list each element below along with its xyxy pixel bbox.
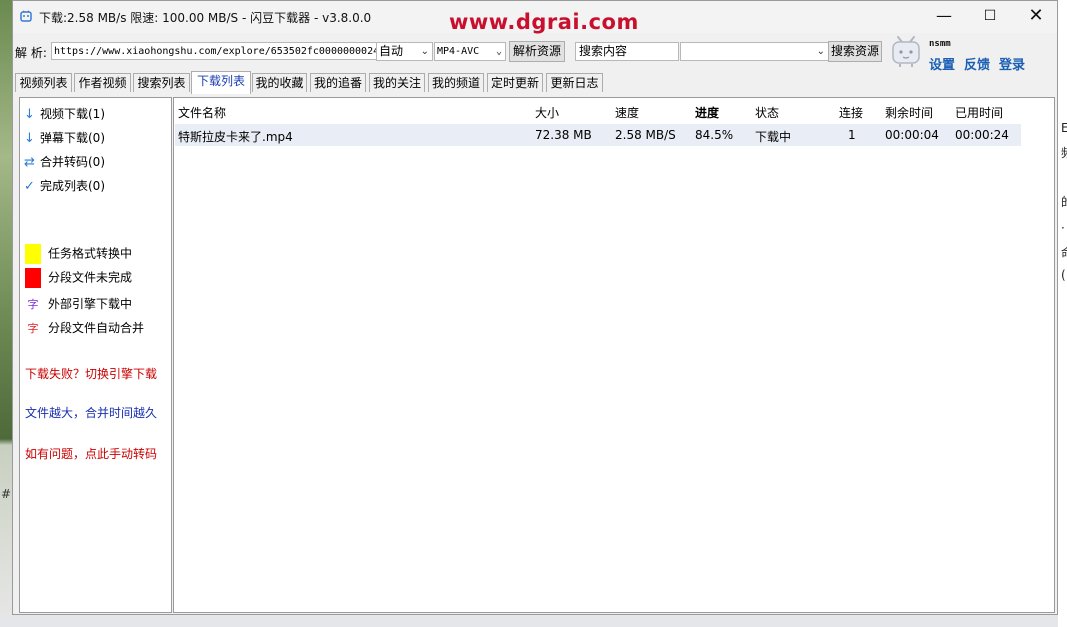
switch-engine-link[interactable]: 下载失败？切换引擎下载 <box>25 365 157 382</box>
background-text: 频 <box>1061 144 1067 161</box>
tab-changelog[interactable]: 更新日志 <box>546 73 603 92</box>
background-text: ( <box>1061 268 1066 282</box>
username: nsmm <box>929 39 951 49</box>
search-scope-select[interactable]: ⌄ <box>680 42 829 61</box>
background-text: · <box>1061 221 1065 235</box>
arrow-down-icon: ↓ <box>24 131 35 146</box>
parse-label: 解 析: <box>15 46 47 60</box>
sidebar-item-danmaku-download[interactable]: ↓ 弹幕下载(0) <box>24 129 105 146</box>
table-header: 文件名称 大小 速度 进度 状态 连接 剩余时间 已用时间 <box>174 98 1044 122</box>
desktop-taskbar-edge <box>0 615 1067 627</box>
cell-remaining: 00:00:04 <box>885 128 939 142</box>
manual-transcode-link[interactable]: 如有问题，点此手动转码 <box>25 445 157 462</box>
tab-my-bangumi[interactable]: 我的追番 <box>310 73 366 92</box>
cell-speed: 2.58 MB/S <box>615 128 676 142</box>
format-select[interactable]: MP4-AVC ⌄ <box>434 42 506 61</box>
column-header-status[interactable]: 状态 <box>755 104 779 121</box>
column-header-elapsed[interactable]: 已用时间 <box>955 104 1003 121</box>
feedback-link[interactable]: 反馈 <box>964 54 990 73</box>
background-text: 命 <box>1061 244 1067 261</box>
quality-select-value: 自动 <box>379 44 404 58</box>
search-input[interactable]: 搜索内容 <box>575 42 679 61</box>
background-window-edge: E 频 的 · 命 ( <box>1058 0 1067 627</box>
column-header-size[interactable]: 大小 <box>535 104 559 121</box>
legend-label: 分段文件未完成 <box>48 270 133 285</box>
tab-my-channels[interactable]: 我的频道 <box>428 73 484 92</box>
url-input[interactable]: https://www.xiaohongshu.com/explore/6535… <box>51 42 384 60</box>
column-header-speed[interactable]: 速度 <box>615 104 639 121</box>
download-table: 文件名称 大小 速度 进度 状态 连接 剩余时间 已用时间 特斯拉皮卡来了.mp… <box>173 97 1055 613</box>
check-icon: ✓ <box>24 179 35 194</box>
watermark-text: www.dgrai.com <box>449 10 639 34</box>
column-header-name[interactable]: 文件名称 <box>178 104 226 121</box>
legend-item: 字外部引擎下载中 <box>25 295 133 312</box>
legend-swatch-red <box>25 268 41 288</box>
swap-icon: ⇄ <box>24 155 35 170</box>
chevron-down-icon: ⌄ <box>420 46 429 57</box>
quality-select[interactable]: 自动 ⌄ <box>376 42 433 61</box>
merge-time-note: 文件越大，合并时间越久 <box>25 406 158 420</box>
sidebar-item-label: 视频下载(1) <box>40 107 105 121</box>
tab-my-favorites[interactable]: 我的收藏 <box>252 73 307 92</box>
cell-status: 下载中 <box>755 130 792 144</box>
cell-connections: 1 <box>848 128 856 142</box>
legend-item: 字分段文件自动合并 <box>25 319 145 336</box>
sidebar-item-completed[interactable]: ✓ 完成列表(0) <box>24 177 105 194</box>
legend-item: 任务格式转换中 <box>25 244 132 264</box>
column-header-remaining[interactable]: 剩余时间 <box>885 104 933 121</box>
tab-author-videos[interactable]: 作者视频 <box>74 73 131 92</box>
sidebar-item-label: 合并转码(0) <box>40 155 105 169</box>
column-header-progress[interactable]: 进度 <box>695 104 719 121</box>
app-logo-icon <box>19 9 33 23</box>
chevron-down-icon: ⌄ <box>495 46 502 57</box>
sidebar-item-merge-transcode[interactable]: ⇄ 合并转码(0) <box>24 153 105 170</box>
legend-label: 分段文件自动合并 <box>48 321 145 335</box>
tab-download-list[interactable]: 下载列表 <box>191 71 251 94</box>
legend-label: 任务格式转换中 <box>48 246 133 261</box>
table-row[interactable]: 特斯拉皮卡来了.mp4 72.38 MB 2.58 MB/S 84.5% 下载中… <box>175 124 1021 146</box>
tab-my-follows[interactable]: 我的关注 <box>369 73 425 92</box>
search-button[interactable]: 搜索资源 <box>828 41 882 62</box>
background-text: # <box>1 487 12 501</box>
desktop-background <box>0 0 12 627</box>
title-bar[interactable]: 下载:2.58 MB/s 限速: 100.00 MB/S - 闪豆下载器 - v… <box>13 1 1059 34</box>
legend-glyph-purple: 字 <box>27 298 39 311</box>
format-select-value: MP4-AVC <box>437 46 480 57</box>
sidebar: ↓ 视频下载(1) ↓ 弹幕下载(0) ⇄ 合并转码(0) ✓ 完成列表(0) 任务格式… <box>19 97 172 613</box>
tab-video-list[interactable]: 视频列表 <box>15 73 72 92</box>
avatar[interactable] <box>889 33 923 69</box>
cell-elapsed: 00:00:24 <box>955 128 1009 142</box>
cell-file-name: 特斯拉皮卡来了.mp4 <box>178 130 293 144</box>
legend-label: 外部引擎下载中 <box>48 297 133 311</box>
sidebar-item-label: 弹幕下载(0) <box>40 131 105 145</box>
cell-progress: 84.5% <box>695 128 734 142</box>
background-text: 的 <box>1061 193 1067 210</box>
legend-swatch-yellow <box>25 244 41 264</box>
arrow-down-icon: ↓ <box>24 107 35 122</box>
tab-search-list[interactable]: 搜索列表 <box>133 73 190 92</box>
legend-item: 分段文件未完成 <box>25 268 132 288</box>
background-text: E <box>1061 121 1067 135</box>
column-header-connections[interactable]: 连接 <box>839 104 863 121</box>
close-button[interactable]: ✕ <box>1013 1 1059 33</box>
cell-size: 72.38 MB <box>535 128 592 142</box>
sidebar-item-video-download[interactable]: ↓ 视频下载(1) <box>24 105 105 122</box>
settings-link[interactable]: 设置 <box>929 54 955 73</box>
maximize-button[interactable]: ☐ <box>967 1 1013 33</box>
chevron-down-icon: ⌄ <box>816 46 825 57</box>
tab-scheduled-update[interactable]: 定时更新 <box>487 73 543 92</box>
legend-glyph-red: 字 <box>27 322 39 335</box>
app-window: 下载:2.58 MB/s 限速: 100.00 MB/S - 闪豆下载器 - v… <box>12 0 1058 615</box>
minimize-button[interactable]: — <box>921 1 967 33</box>
login-link[interactable]: 登录 <box>999 54 1025 73</box>
parse-button[interactable]: 解析资源 <box>509 41 565 62</box>
window-title: 下载:2.58 MB/s 限速: 100.00 MB/S - 闪豆下载器 - v… <box>39 11 372 25</box>
sidebar-item-label: 完成列表(0) <box>40 179 105 193</box>
